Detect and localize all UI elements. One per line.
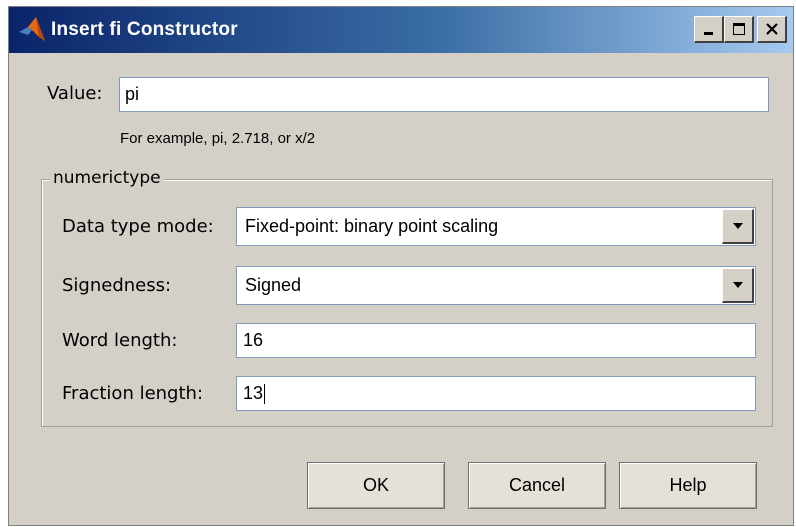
data-type-mode-select[interactable]: Fixed-point: binary point scaling	[236, 207, 756, 246]
value-label: Value:	[47, 83, 103, 104]
maximize-button[interactable]	[724, 16, 754, 43]
data-type-mode-label: Data type mode:	[62, 216, 214, 237]
data-type-mode-value: Fixed-point: binary point scaling	[245, 216, 499, 236]
cancel-button[interactable]: Cancel	[468, 462, 606, 509]
fraction-length-input[interactable]: 13	[236, 376, 756, 411]
signedness-select[interactable]: Signed	[236, 266, 756, 305]
minimize-icon	[703, 32, 713, 35]
fraction-length-label: Fraction length:	[62, 383, 204, 404]
chevron-down-icon	[732, 223, 743, 229]
dialog-window: Insert fi Constructor Value: pi For exam…	[8, 6, 794, 526]
signedness-label: Signedness:	[62, 275, 172, 296]
matlab-logo-icon	[19, 17, 45, 41]
signedness-dropdown-button[interactable]	[722, 268, 754, 303]
close-icon	[765, 23, 778, 35]
fraction-length-value: 13	[243, 383, 264, 403]
value-hint: For example, pi, 2.718, or x/2	[120, 130, 316, 147]
data-type-mode-dropdown-button[interactable]	[722, 209, 754, 244]
help-button[interactable]: Help	[619, 462, 757, 509]
word-length-input[interactable]: 16	[236, 323, 756, 358]
numerictype-group-label: numerictype	[50, 168, 164, 188]
window-controls	[694, 16, 787, 43]
window-title: Insert fi Constructor	[51, 19, 238, 40]
minimize-button[interactable]	[694, 16, 724, 43]
numerictype-group: numerictype Data type mode: Fixed-point:…	[41, 168, 773, 427]
close-button[interactable]	[757, 16, 787, 43]
value-input[interactable]: pi	[119, 77, 769, 112]
maximize-icon	[732, 23, 745, 35]
word-length-label: Word length:	[62, 330, 178, 351]
ok-button[interactable]: OK	[307, 462, 445, 509]
chevron-down-icon	[732, 282, 743, 288]
text-cursor	[264, 384, 266, 405]
signedness-value: Signed	[245, 275, 302, 295]
title-bar[interactable]: Insert fi Constructor	[9, 7, 793, 53]
